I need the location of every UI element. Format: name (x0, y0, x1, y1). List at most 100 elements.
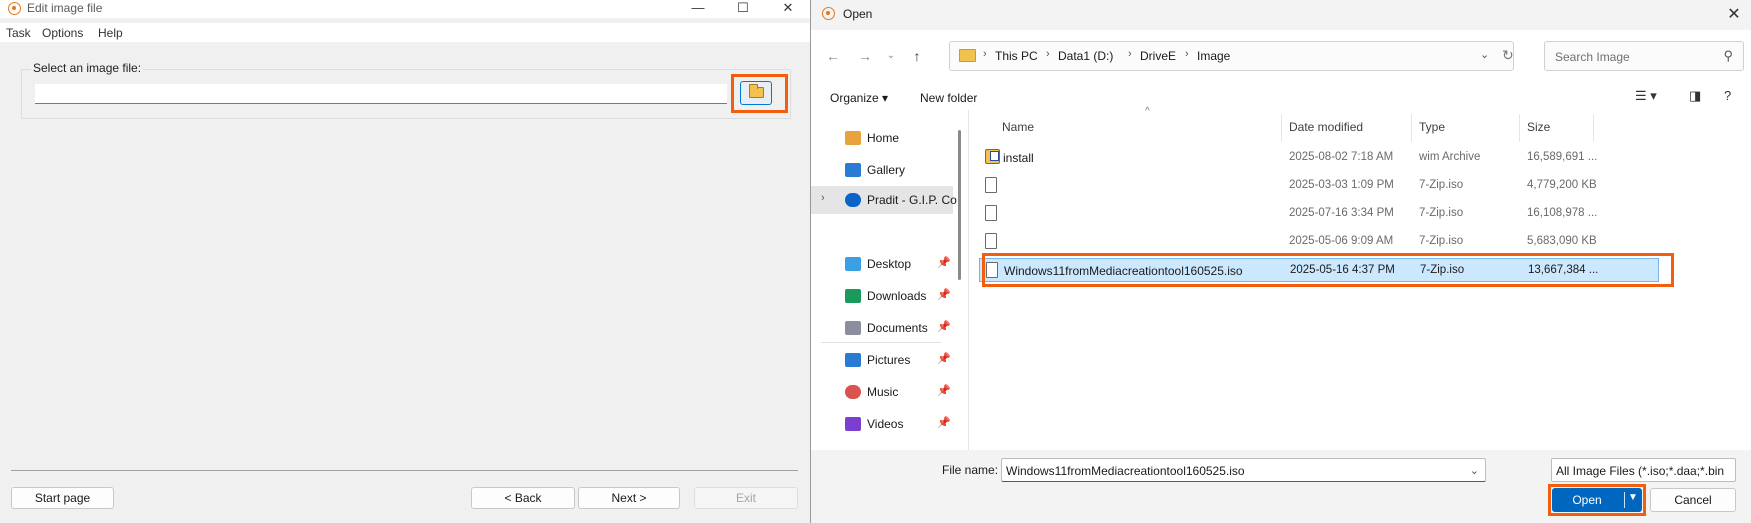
next-button[interactable]: Next > (578, 487, 680, 509)
new-folder-button[interactable]: New folder (920, 91, 977, 105)
navigation-pane: Home Gallery › Pradit - G.I.P. Co Deskto… (811, 110, 957, 450)
menu-task[interactable]: Task (6, 26, 31, 40)
file-row[interactable]: 2025-05-06 9:09 AM 7-Zip.iso 5,683,090 K… (979, 230, 1659, 254)
menu-help[interactable]: Help (98, 26, 123, 40)
column-divider[interactable] (1519, 114, 1520, 142)
home-icon (845, 131, 861, 145)
address-folder-icon (959, 49, 976, 62)
bottom-separator (11, 470, 798, 471)
file-icon (985, 205, 997, 221)
chevron-right-icon[interactable]: › (821, 192, 825, 204)
image-path-input[interactable] (35, 84, 727, 104)
image-file-label: Select an image file: (31, 61, 144, 75)
app-titlebar: Edit image file — ☐ ✕ (0, 0, 810, 18)
open-button[interactable]: Open ▼ (1552, 488, 1642, 512)
file-date: 2025-07-16 3:34 PM (1289, 207, 1394, 219)
file-row-selected[interactable]: Windows11fromMediacreationtool160525.iso… (979, 258, 1659, 282)
nav-item-videos[interactable]: Videos 📌 (811, 410, 953, 438)
nav-item-downloads[interactable]: Downloads 📌 (811, 282, 953, 310)
file-type: 7-Zip.iso (1419, 207, 1464, 219)
breadcrumb-data1[interactable]: Data1 (D:) (1058, 49, 1113, 63)
column-divider[interactable] (1411, 114, 1412, 142)
app-logo-icon (8, 2, 21, 15)
file-date: 2025-08-02 7:18 AM (1289, 151, 1394, 163)
file-name: install (1003, 151, 1034, 165)
nav-divider (821, 342, 941, 343)
back-button[interactable]: < Back (471, 487, 575, 509)
search-placeholder: Search Image (1555, 50, 1630, 64)
help-icon[interactable]: ? (1724, 88, 1731, 103)
nav-label: Downloads (867, 289, 927, 303)
organize-button[interactable]: Organize ▾ (830, 91, 888, 105)
browse-button[interactable] (740, 81, 772, 105)
file-size: 5,683,090 KB (1527, 235, 1597, 247)
open-dropdown-icon[interactable]: ▼ (1626, 492, 1640, 503)
forward-arrow-icon[interactable]: → (855, 46, 875, 66)
menu-options[interactable]: Options (42, 26, 83, 40)
column-header-type[interactable]: Type (1419, 120, 1445, 134)
breadcrumb-image[interactable]: Image (1197, 49, 1230, 63)
pin-icon: 📌 (937, 289, 951, 301)
nav-item-pictures[interactable]: Pictures 📌 (811, 346, 953, 374)
close-button[interactable]: ✕ (765, 0, 811, 18)
up-arrow-icon[interactable]: ↑ (907, 46, 927, 66)
nav-label: Home (867, 131, 900, 145)
nav-item-music[interactable]: Music 📌 (811, 378, 953, 406)
search-icon[interactable]: ⚲ (1723, 48, 1733, 64)
nav-item-desktop[interactable]: Desktop 📌 (811, 250, 953, 278)
dialog-close-button[interactable]: ✕ (1722, 4, 1746, 26)
file-row[interactable]: install 2025-08-02 7:18 AM wim Archive 1… (979, 146, 1659, 170)
open-split-divider (1624, 492, 1625, 508)
breadcrumb-drivee[interactable]: DriveE (1140, 49, 1176, 63)
nav-label: Music (867, 385, 899, 399)
file-date: 2025-03-03 1:09 PM (1289, 179, 1394, 191)
nav-item-gallery[interactable]: Gallery (811, 156, 953, 184)
pin-icon: 📌 (937, 353, 951, 365)
search-box[interactable]: Search Image ⚲ (1544, 41, 1744, 71)
file-name-input[interactable]: Windows11fromMediacreationtool160525.iso… (1001, 458, 1486, 482)
file-name-value: Windows11fromMediacreationtool160525.iso (1006, 464, 1245, 478)
chevron-right-icon: › (983, 48, 987, 60)
address-dropdown-icon[interactable]: ⌄ (1480, 48, 1489, 61)
file-row[interactable]: 2025-03-03 1:09 PM 7-Zip.iso 4,779,200 K… (979, 174, 1659, 198)
back-arrow-icon[interactable]: ← (823, 46, 843, 66)
breadcrumb-this-pc[interactable]: This PC (995, 49, 1038, 63)
dialog-footer: File name: Windows11fromMediacreationtoo… (811, 450, 1751, 523)
preview-pane-icon[interactable]: ◨ (1689, 88, 1701, 104)
file-name: Windows11fromMediacreationtool160525.iso (1004, 264, 1243, 278)
chevron-right-icon: › (1185, 48, 1189, 60)
cancel-button[interactable]: Cancel (1650, 488, 1736, 512)
file-row[interactable]: 2025-07-16 3:34 PM 7-Zip.iso 16,108,978 … (979, 202, 1659, 226)
maximize-button[interactable]: ☐ (720, 0, 766, 18)
nav-label: Documents (867, 321, 928, 335)
file-type-filter[interactable]: All Image Files (*.iso;*.daa;*.bin (1551, 458, 1736, 482)
downloads-icon (845, 289, 861, 303)
column-header-name[interactable]: Name (1002, 120, 1034, 134)
file-size: 16,108,978 ... (1527, 207, 1597, 219)
recent-chevron-icon[interactable]: ⌄ (881, 46, 901, 66)
start-page-button[interactable]: Start page (11, 487, 114, 509)
dialog-logo-icon (822, 7, 835, 20)
nav-label: Desktop (867, 257, 912, 271)
gallery-icon (845, 163, 861, 177)
refresh-icon[interactable]: ↻ (1502, 47, 1514, 64)
chevron-right-icon: › (1128, 48, 1132, 60)
column-header-date[interactable]: Date modified (1289, 120, 1363, 134)
view-options-icon[interactable]: ☰ ▾ (1635, 88, 1657, 104)
videos-icon (845, 417, 861, 431)
onedrive-icon (845, 193, 861, 207)
dialog-title: Open (843, 7, 873, 21)
file-date: 2025-05-16 4:37 PM (1290, 264, 1395, 276)
address-bar[interactable]: › This PC › Data1 (D:) › DriveE › Image … (949, 41, 1514, 71)
nav-scrollbar[interactable] (958, 130, 961, 280)
chevron-down-icon[interactable]: ⌄ (1470, 464, 1479, 477)
column-header-size[interactable]: Size (1527, 120, 1550, 134)
nav-item-onedrive[interactable]: › Pradit - G.I.P. Co (811, 186, 957, 214)
minimize-button[interactable]: — (675, 0, 721, 18)
nav-item-home[interactable]: Home (811, 124, 953, 152)
column-divider[interactable] (1593, 114, 1594, 142)
nav-item-documents[interactable]: Documents 📌 (811, 314, 953, 342)
pin-icon: 📌 (937, 257, 951, 269)
column-divider[interactable] (1281, 114, 1282, 142)
nav-label: Videos (867, 417, 904, 431)
